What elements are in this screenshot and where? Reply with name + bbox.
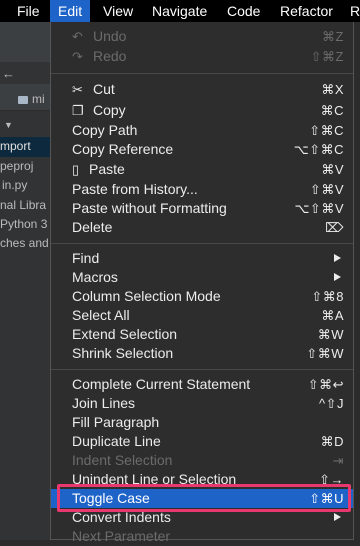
menu-item-next-parameter[interactable]: Next Parameter bbox=[51, 527, 353, 546]
tree-item-project[interactable]: peproj bbox=[0, 159, 33, 173]
menu-item-duplicate-line[interactable]: Duplicate Line ⌘D bbox=[51, 432, 353, 451]
menu-item-fill-paragraph[interactable]: Fill Paragraph bbox=[51, 413, 353, 432]
submenu-arrow-icon bbox=[334, 254, 341, 262]
menu-item-column-selection[interactable]: Column Selection Mode ⇧⌘8 bbox=[51, 287, 353, 306]
menu-item-redo[interactable]: ↷ Redo ⇧⌘Z bbox=[51, 47, 353, 66]
menu-item-paste[interactable]: ▯ Paste ⌘V bbox=[51, 160, 353, 179]
menu-separator bbox=[51, 73, 353, 74]
collapse-icon[interactable]: ▼ bbox=[4, 120, 13, 130]
tree-item-libraries[interactable]: nal Libra bbox=[0, 198, 46, 212]
menu-item-undo[interactable]: ↶ Undo ⌘Z bbox=[51, 27, 353, 46]
menu-item-select-all[interactable]: Select All ⌘A bbox=[51, 306, 353, 325]
ide-project-panel: ← mi ▼ mport peproj in.py nal Libra Pyth… bbox=[0, 22, 50, 540]
menu-navigate[interactable]: Navigate bbox=[152, 3, 207, 19]
menu-view[interactable]: View bbox=[103, 3, 133, 19]
submenu-arrow-icon bbox=[334, 513, 341, 521]
menu-item-paste-history[interactable]: Paste from History... ⇧⌘V bbox=[51, 180, 353, 199]
menu-item-macros[interactable]: Macros bbox=[51, 268, 353, 287]
menu-item-cut[interactable]: ✂ Cut ⌘X bbox=[51, 80, 353, 99]
tree-item-main-py[interactable]: in.py bbox=[2, 178, 27, 192]
menu-item-delete[interactable]: Delete ⌦ bbox=[51, 218, 353, 237]
menu-refactor[interactable]: Refactor bbox=[280, 3, 333, 19]
menu-item-find[interactable]: Find bbox=[51, 249, 353, 268]
redo-icon: ↷ bbox=[72, 49, 83, 64]
tree-item-scratches[interactable]: ches and bbox=[0, 236, 49, 250]
menu-item-extend-selection[interactable]: Extend Selection ⌘W bbox=[51, 325, 353, 344]
menu-item-join-lines[interactable]: Join Lines ^⇧J bbox=[51, 394, 353, 413]
menu-item-paste-plain[interactable]: Paste without Formatting ⌥⇧⌘V bbox=[51, 199, 353, 218]
menu-edit[interactable]: Edit bbox=[50, 0, 91, 22]
menu-separator bbox=[51, 243, 353, 244]
tree-item-python[interactable]: Python 3 bbox=[0, 217, 47, 231]
menu-bar: File Edit View Navigate Code Refactor R bbox=[0, 0, 360, 22]
menu-item-copy-reference[interactable]: Copy Reference ⌥⇧⌘C bbox=[51, 140, 353, 159]
menu-file[interactable]: File bbox=[17, 3, 40, 19]
clipboard-icon: ▯ bbox=[72, 162, 80, 177]
menu-item-copy-path[interactable]: Copy Path ⇧⌘C bbox=[51, 121, 353, 140]
back-arrow-icon[interactable]: ← bbox=[2, 66, 15, 81]
folder-icon bbox=[18, 96, 28, 104]
menu-item-shrink-selection[interactable]: Shrink Selection ⇧⌘W bbox=[51, 344, 353, 363]
undo-icon: ↶ bbox=[72, 29, 83, 44]
menu-code[interactable]: Code bbox=[227, 3, 260, 19]
menu-separator bbox=[51, 369, 353, 370]
submenu-arrow-icon bbox=[334, 273, 341, 281]
menu-item-complete-statement[interactable]: Complete Current Statement ⇧⌘↩ bbox=[51, 375, 353, 394]
tree-item-import[interactable]: mport bbox=[0, 139, 31, 153]
ide-toolbar bbox=[0, 22, 50, 62]
copy-icon: ❐ bbox=[72, 103, 84, 118]
breadcrumb-folder[interactable]: mi bbox=[32, 92, 45, 106]
menu-run[interactable]: R bbox=[350, 3, 360, 19]
menu-item-copy[interactable]: ❐ Copy ⌘C bbox=[51, 101, 353, 120]
annotation-highlight-box bbox=[57, 484, 351, 512]
menu-item-indent-selection[interactable]: Indent Selection ⇥ bbox=[51, 451, 353, 470]
tab-icon: ⇥ bbox=[332, 453, 344, 468]
edit-menu: ↶ Undo ⌘Z ↷ Redo ⇧⌘Z ✂ Cut ⌘X ❐ Copy ⌘C … bbox=[50, 22, 354, 544]
scissors-icon: ✂ bbox=[72, 82, 83, 97]
